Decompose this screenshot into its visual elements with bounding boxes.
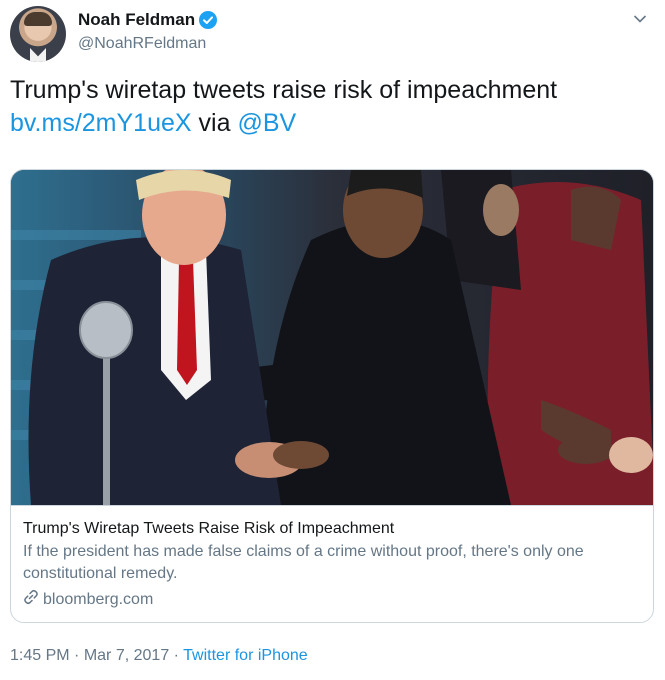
tweet-date[interactable]: Mar 7, 2017 <box>84 647 169 664</box>
tweet-source[interactable]: Twitter for iPhone <box>183 647 308 664</box>
card-description: If the president has made false claims o… <box>23 543 584 582</box>
tweet-text: Trump's wiretap tweets raise risk of imp… <box>10 74 655 140</box>
tweet-meta: 1:45 PM · Mar 7, 2017 · Twitter for iPho… <box>10 647 308 665</box>
meta-separator: · <box>173 647 179 664</box>
tweet-time[interactable]: 1:45 PM <box>10 647 70 664</box>
card-title[interactable]: Trump's Wiretap Tweets Raise Risk of Imp… <box>23 518 643 539</box>
via-text: via <box>198 109 231 137</box>
tweet-link[interactable]: bv.ms/2mY1ueX <box>10 109 192 137</box>
card-body[interactable]: Trump's Wiretap Tweets Raise Risk of Imp… <box>11 505 653 622</box>
link-icon <box>23 589 39 610</box>
card-domain[interactable]: bloomberg.com <box>23 589 643 610</box>
chevron-down-icon[interactable] <box>629 8 651 30</box>
author-names: Noah Feldman @NoahRFeldman <box>78 10 218 53</box>
avatar[interactable] <box>10 6 66 62</box>
card-domain-text: bloomberg.com <box>43 590 154 608</box>
link-card[interactable]: Trump's Wiretap Tweets Raise Risk of Imp… <box>10 169 654 623</box>
tweet-header: Noah Feldman @NoahRFeldman <box>10 6 655 62</box>
display-name[interactable]: Noah Feldman <box>78 10 195 30</box>
tweet-body: Trump's wiretap tweets raise risk of imp… <box>10 76 558 104</box>
verified-badge-icon <box>199 11 218 29</box>
user-handle[interactable]: @NoahRFeldman <box>78 35 217 53</box>
card-image[interactable] <box>11 170 653 505</box>
mention-link[interactable]: @BV <box>237 109 296 137</box>
meta-separator: · <box>74 647 80 664</box>
